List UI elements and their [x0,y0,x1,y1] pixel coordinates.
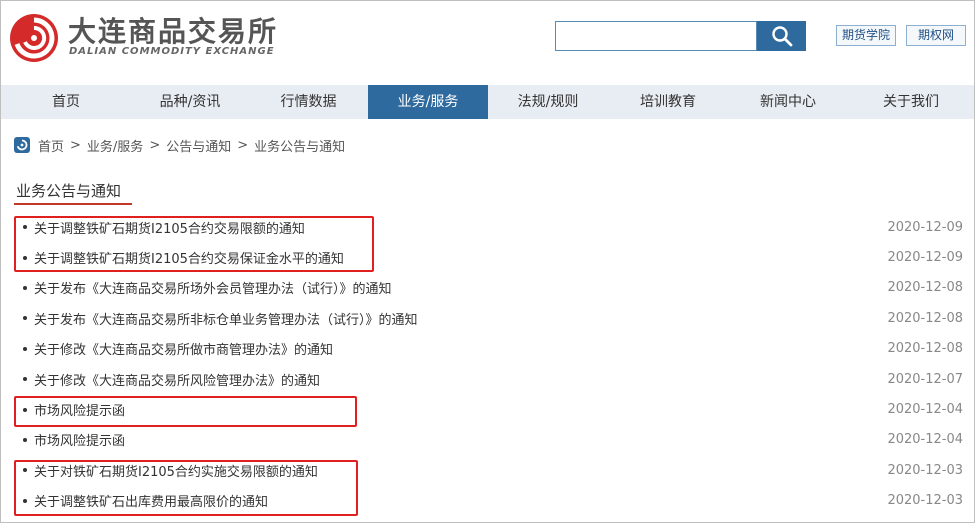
logo-title-cn: 大连商品交易所 [68,15,279,48]
nav-item-home[interactable]: 首页 [1,85,131,119]
search-button[interactable] [757,21,806,51]
notice-title-link[interactable]: 关于发布《大连商品交易所非标仓单业务管理办法（试行）》的通知 [34,309,418,328]
breadcrumb-business-services[interactable]: 业务/服务 [87,136,143,155]
breadcrumb-current: 业务公告与通知 [254,139,346,155]
section-title-underline [14,203,132,205]
bullet-icon [23,316,27,321]
nav-item-business-services[interactable]: 业务/服务 [368,85,488,119]
list-item: 关于修改《大连商品交易所做市商管理办法》的通知 2020-12-08 [0,334,975,364]
notice-date: 2020-12-08 [887,341,963,357]
nav-item-about[interactable]: 关于我们 [848,85,974,119]
notice-title-link[interactable]: 关于发布《大连商品交易所场外会员管理办法（试行）》的通知 [34,278,392,297]
search-input[interactable] [555,21,757,51]
notice-date: 2020-12-09 [887,250,963,266]
home-icon [14,137,30,153]
nav-item-market-data[interactable]: 行情数据 [249,85,368,119]
breadcrumb: 首页 > 业务/服务 > 公告与通知 > 业务公告与通知 [14,135,345,155]
list-item: 关于调整铁矿石期货I2105合约交易限额的通知 2020-12-09 [0,212,975,242]
notice-title-link[interactable]: 关于修改《大连商品交易所风险管理办法》的通知 [34,370,320,389]
breadcrumb-separator: > [149,137,161,153]
notice-date: 2020-12-04 [887,402,963,418]
logo-title-en: DALIAN COMMODITY EXCHANGE [69,46,275,57]
notice-title-link[interactable]: 关于调整铁矿石出库费用最高限价的通知 [34,491,268,510]
breadcrumb-separator: > [70,137,81,153]
breadcrumb-separator: > [237,137,249,153]
section-title: 业务公告与通知 [16,182,122,200]
list-item: 市场风险提示函 2020-12-04 [0,394,975,424]
nav-item-products[interactable]: 品种/资讯 [131,85,249,119]
site-header: 大连商品交易所 DALIAN COMMODITY EXCHANGE 期货学院 期… [0,0,975,84]
futures-academy-link[interactable]: 期货学院 [836,25,896,46]
breadcrumb-home[interactable]: 首页 [38,136,64,155]
notice-title-link[interactable]: 关于调整铁矿石期货I2105合约交易保证金水平的通知 [34,248,344,267]
main-nav: 首页 品种/资讯 行情数据 业务/服务 法规/规则 培训教育 新闻中心 关于我们 [1,85,974,119]
bullet-icon [23,377,27,382]
bullet-icon [23,285,27,290]
notice-date: 2020-12-09 [887,219,963,235]
notice-date: 2020-12-03 [887,493,963,509]
notice-date: 2020-12-07 [887,371,963,387]
notice-date: 2020-12-08 [887,310,963,326]
dce-logo-icon[interactable] [8,12,60,64]
list-item: 关于调整铁矿石期货I2105合约交易保证金水平的通知 2020-12-09 [0,242,975,272]
list-item: 关于发布《大连商品交易所非标仓单业务管理办法（试行）》的通知 2020-12-0… [0,303,975,333]
nav-item-regulations[interactable]: 法规/规则 [488,85,608,119]
notice-title-link[interactable]: 关于对铁矿石期货I2105合约实施交易限额的通知 [34,461,318,480]
bullet-icon [23,225,27,230]
list-item: 关于修改《大连商品交易所风险管理办法》的通知 2020-12-07 [0,364,975,394]
notice-date: 2020-12-03 [887,462,963,478]
bullet-icon [23,346,27,351]
notice-date: 2020-12-08 [887,280,963,296]
nav-item-training[interactable]: 培训教育 [608,85,728,119]
bullet-icon [23,255,27,260]
notice-title-link[interactable]: 关于修改《大连商品交易所做市商管理办法》的通知 [34,339,333,358]
list-item: 关于发布《大连商品交易所场外会员管理办法（试行）》的通知 2020-12-08 [0,273,975,303]
nav-item-news[interactable]: 新闻中心 [728,85,848,119]
notice-title-link[interactable]: 市场风险提示函 [34,430,125,449]
breadcrumb-announcements[interactable]: 公告与通知 [166,136,231,155]
bullet-icon [23,407,27,412]
bullet-icon [23,437,27,442]
options-site-link[interactable]: 期权网 [906,25,966,46]
search-icon [771,26,792,47]
bullet-icon [23,498,27,503]
notice-list: 关于调整铁矿石期货I2105合约交易限额的通知 2020-12-09 关于调整铁… [0,212,975,516]
notice-title-link[interactable]: 关于调整铁矿石期货I2105合约交易限额的通知 [34,218,305,237]
notice-title-link[interactable]: 市场风险提示函 [34,400,125,419]
list-item: 市场风险提示函 2020-12-04 [0,425,975,455]
bullet-icon [23,468,27,473]
notice-date: 2020-12-04 [887,432,963,448]
list-item: 关于调整铁矿石出库费用最高限价的通知 2020-12-03 [0,486,975,516]
list-item: 关于对铁矿石期货I2105合约实施交易限额的通知 2020-12-03 [0,455,975,485]
